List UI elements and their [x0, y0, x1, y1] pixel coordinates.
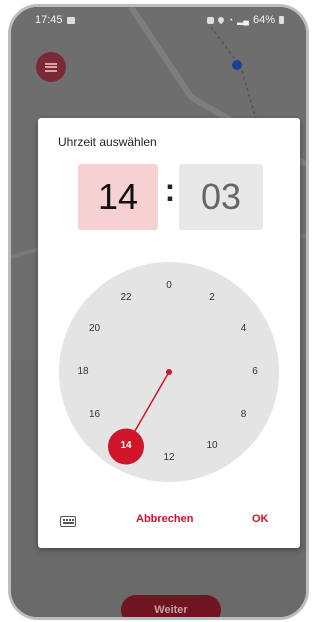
dial-number-10[interactable]: 10	[200, 438, 224, 454]
dial-number-0[interactable]: 0	[157, 278, 181, 294]
dial-number-6[interactable]: 6	[243, 364, 267, 380]
dial-number-22[interactable]: 22	[114, 290, 138, 306]
signal-icon: ▂▄	[237, 15, 249, 25]
dial-number-16[interactable]: 16	[83, 407, 107, 423]
battery-icon	[279, 16, 284, 24]
ok-button[interactable]: OK	[252, 513, 269, 525]
minute-field[interactable]: 03	[179, 164, 263, 230]
wifi-icon: ◔	[227, 15, 234, 25]
current-location-icon	[232, 60, 242, 70]
clock-dial[interactable]: 0 2 4 6 8 10 12 14 16 18 20 22	[59, 262, 279, 482]
status-bar: 17:45 ◔ ▂▄ 64%	[11, 7, 306, 33]
time-separator: :	[164, 172, 176, 208]
dial-number-8[interactable]: 8	[231, 407, 255, 423]
alarm-icon	[206, 16, 214, 24]
menu-button[interactable]	[36, 52, 66, 82]
dial-number-20[interactable]: 20	[83, 321, 107, 337]
keyboard-icon[interactable]	[60, 516, 76, 527]
battery-level: 64%	[252, 14, 275, 26]
dial-number-2[interactable]: 2	[200, 290, 224, 306]
location-icon	[216, 15, 225, 25]
cancel-button[interactable]: Abbrechen	[136, 513, 193, 525]
dial-number-18[interactable]: 18	[71, 364, 95, 380]
dialog-title: Uhrzeit auswählen	[58, 135, 157, 149]
image-notification-icon	[66, 16, 75, 24]
dial-number-4[interactable]: 4	[231, 321, 255, 337]
hour-field[interactable]: 14	[78, 164, 158, 230]
next-button[interactable]: Weiter	[121, 595, 221, 617]
clock-center-dot	[166, 369, 172, 375]
dial-number-12[interactable]: 12	[157, 450, 181, 466]
time-picker-dialog: Uhrzeit auswählen 14 : 03 0 2 4 6 8 10 12 14 16 1…	[38, 118, 300, 548]
status-time: 17:45	[35, 14, 63, 26]
dial-number-14[interactable]: 14	[114, 438, 138, 454]
hamburger-icon	[45, 62, 57, 72]
